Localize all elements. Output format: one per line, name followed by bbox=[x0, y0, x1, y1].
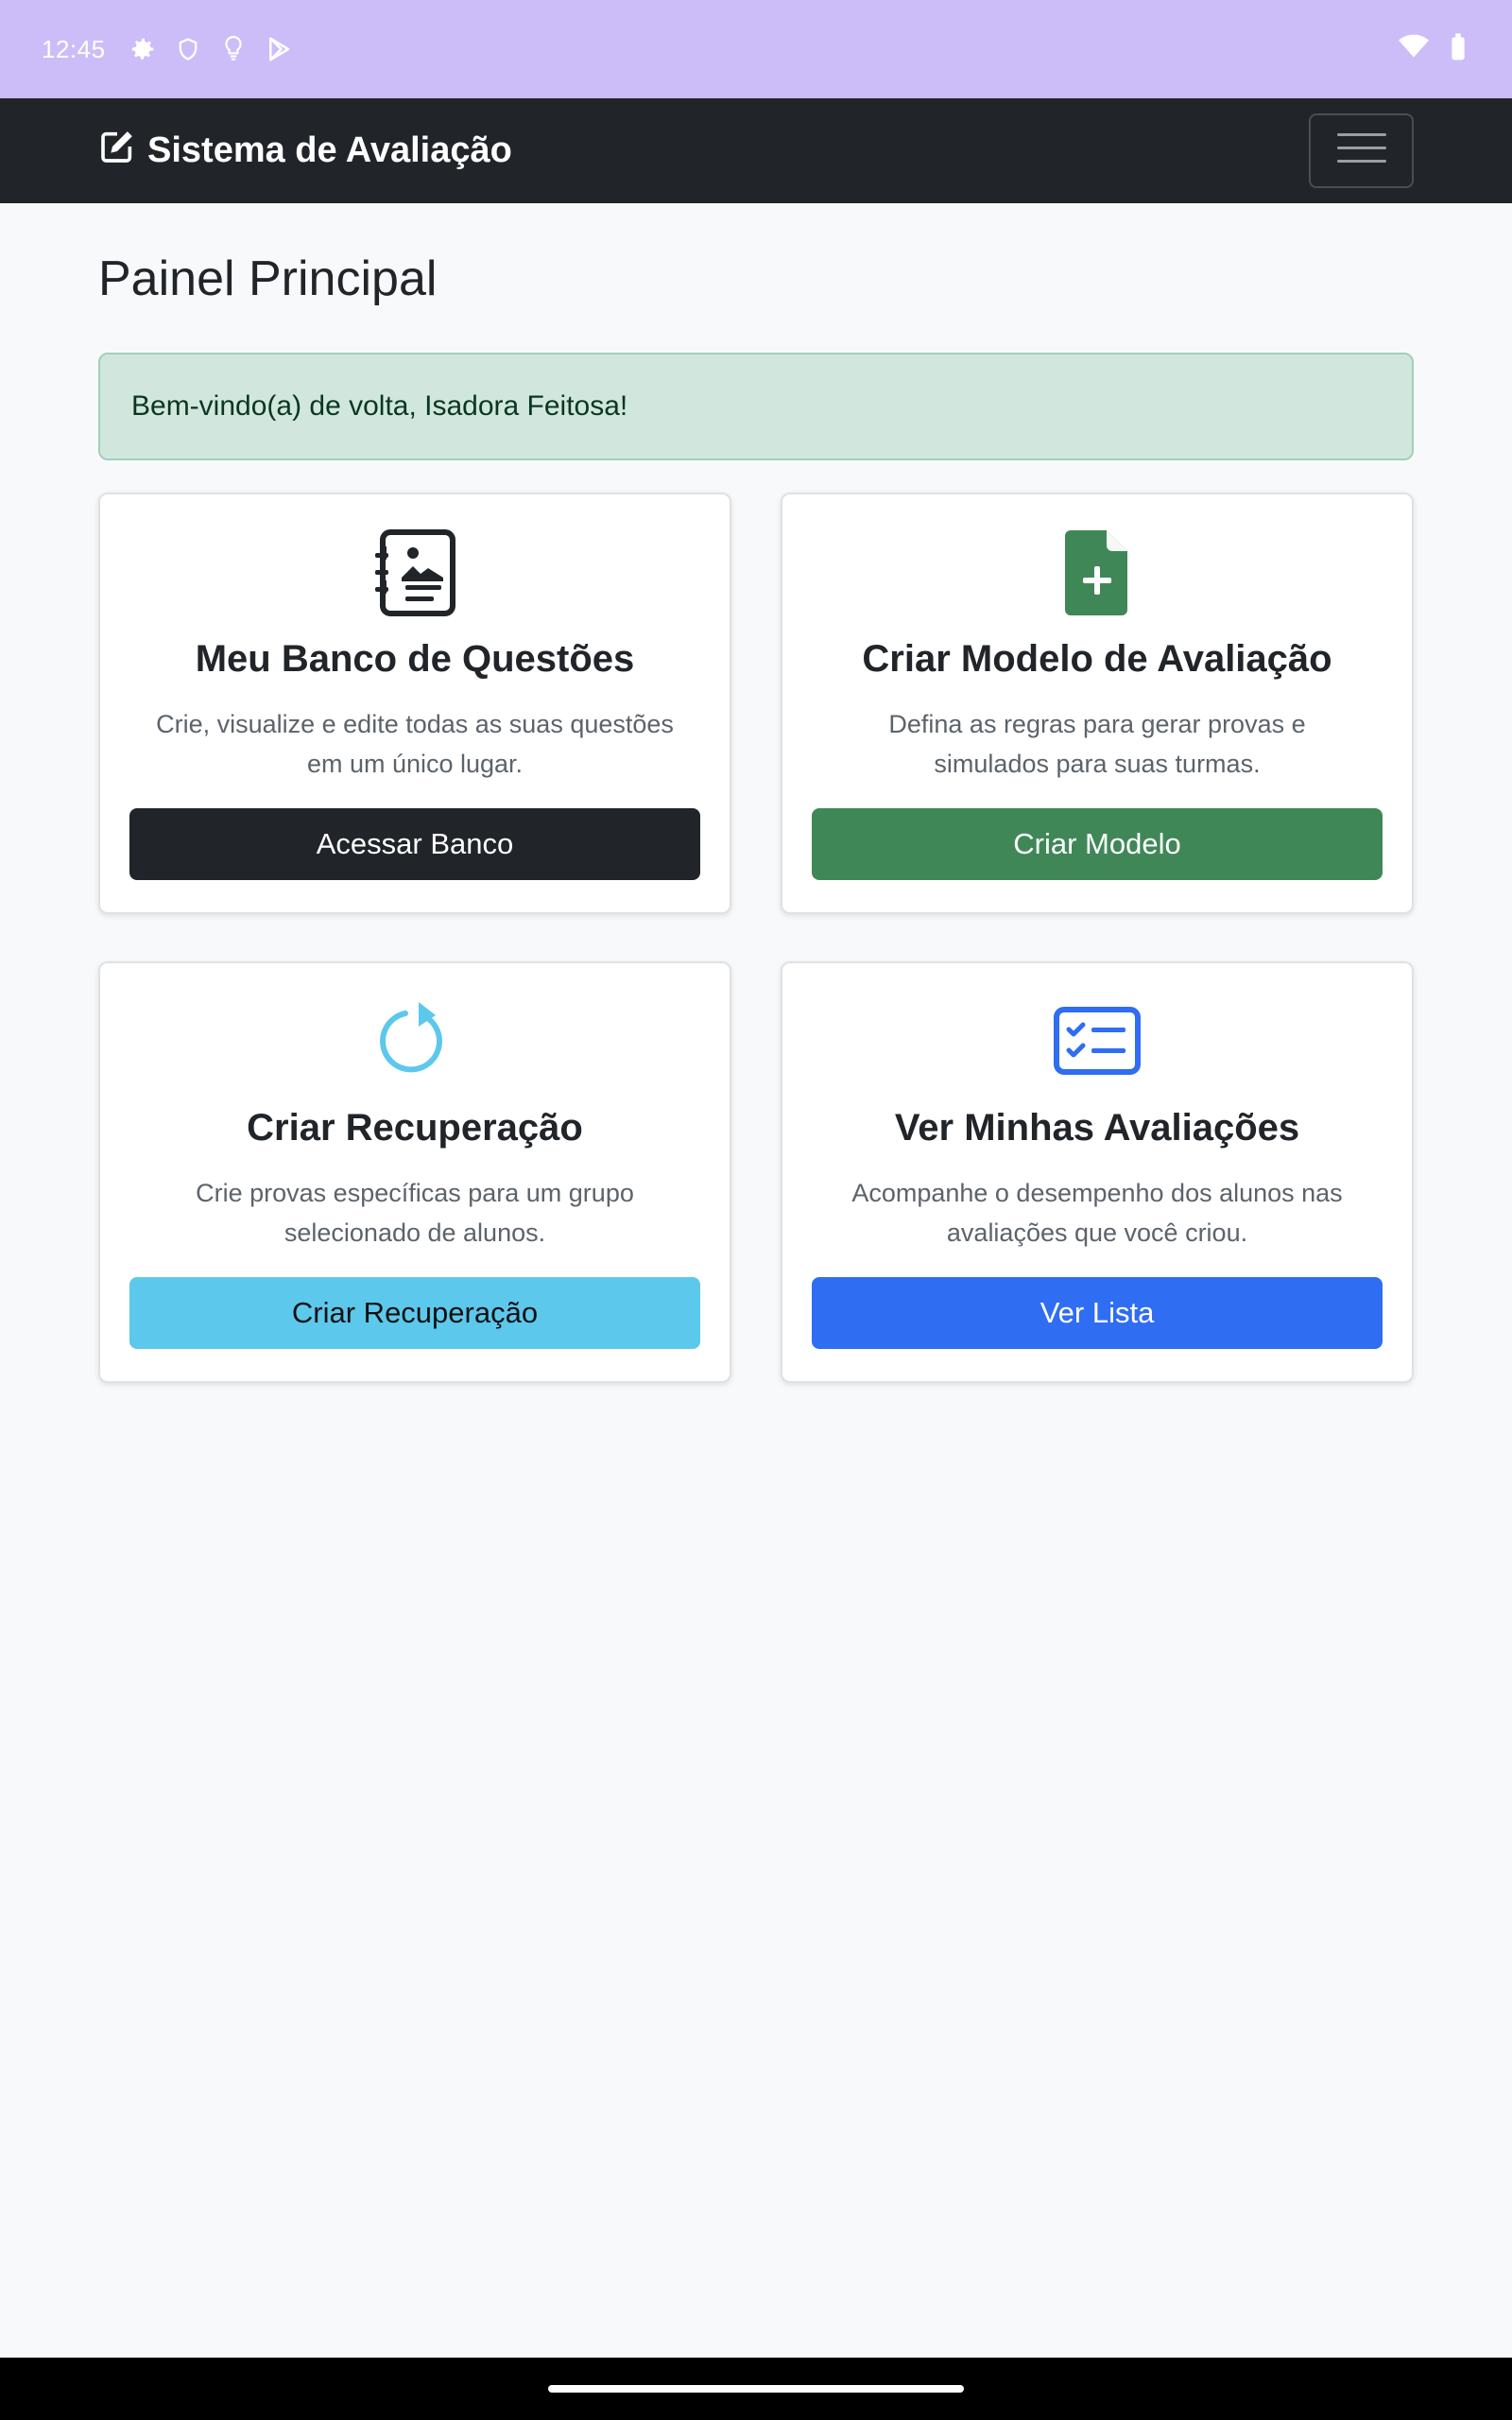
card-create-recovery: Criar Recuperação Crie provas específica… bbox=[98, 961, 731, 1383]
main-content: Painel Principal Bem-vindo(a) de volta, … bbox=[98, 203, 1414, 1383]
view-list-button[interactable]: Ver Lista bbox=[812, 1277, 1383, 1349]
welcome-alert: Bem-vindo(a) de volta, Isadora Feitosa! bbox=[98, 353, 1414, 460]
card-description: Crie provas específicas para um grupo se… bbox=[196, 1179, 634, 1247]
play-store-icon bbox=[263, 33, 295, 65]
dashboard-cards: Meu Banco de Questões Crie, visualize e … bbox=[98, 493, 1414, 1383]
home-gesture-handle[interactable] bbox=[548, 2385, 964, 2393]
card-title: Meu Banco de Questões bbox=[195, 638, 635, 680]
access-bank-button[interactable]: Acessar Banco bbox=[129, 808, 700, 880]
card-description: Acompanhe o desempenho dos alunos nas av… bbox=[851, 1179, 1343, 1247]
create-recovery-button[interactable]: Criar Recuperação bbox=[129, 1277, 700, 1349]
brand-title: Sistema de Avaliação bbox=[147, 130, 512, 170]
battery-icon bbox=[1446, 32, 1470, 67]
card-title: Criar Modelo de Avaliação bbox=[862, 638, 1332, 680]
card-create-template: Criar Modelo de Avaliação Defina as regr… bbox=[781, 493, 1414, 914]
card-title: Ver Minhas Avaliações bbox=[894, 1107, 1300, 1149]
card-question-bank: Meu Banco de Questões Crie, visualize e … bbox=[98, 493, 731, 914]
top-navbar: Sistema de Avaliação bbox=[0, 98, 1512, 203]
menu-toggle-button[interactable] bbox=[1309, 113, 1414, 188]
file-plus-icon bbox=[1063, 527, 1131, 617]
card-title: Criar Recuperação bbox=[247, 1107, 583, 1149]
wifi-icon bbox=[1399, 34, 1429, 65]
navbar-brand[interactable]: Sistema de Avaliação bbox=[98, 128, 512, 175]
pencil-square-icon bbox=[98, 128, 147, 175]
status-bar: 12:45 bbox=[0, 0, 1512, 98]
gear-icon bbox=[127, 33, 159, 65]
card-my-assessments: Ver Minhas Avaliações Acompanhe o desemp… bbox=[781, 961, 1414, 1383]
checklist-icon bbox=[1054, 995, 1141, 1086]
welcome-message: Bem-vindo(a) de volta, Isadora Feitosa! bbox=[131, 390, 628, 422]
system-navigation-bar bbox=[0, 2358, 1512, 2420]
page-title: Painel Principal bbox=[98, 251, 438, 306]
shield-icon bbox=[172, 33, 204, 65]
status-time: 12:45 bbox=[42, 34, 106, 63]
hamburger-menu-icon bbox=[1336, 130, 1386, 172]
journal-list-icon bbox=[373, 527, 456, 617]
create-template-button[interactable]: Criar Modelo bbox=[812, 808, 1383, 880]
lightbulb-icon bbox=[217, 33, 249, 65]
card-description: Crie, visualize e edite todas as suas qu… bbox=[156, 710, 674, 778]
arrow-clockwise-icon bbox=[377, 995, 453, 1086]
card-description: Defina as regras para gerar provas e sim… bbox=[888, 710, 1306, 778]
